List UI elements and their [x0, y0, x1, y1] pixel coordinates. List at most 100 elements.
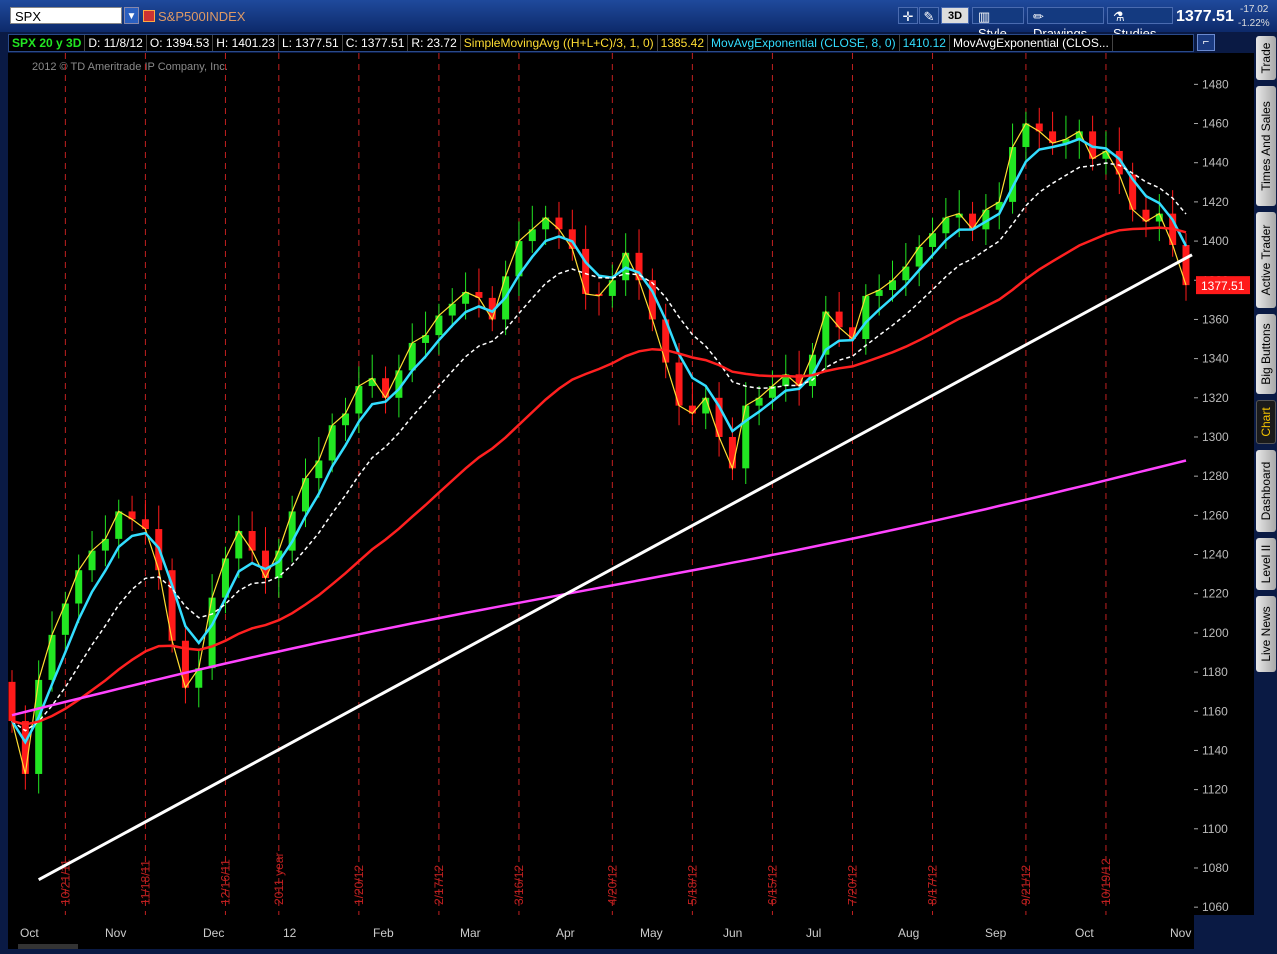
price-tick-label: 1320: [1202, 391, 1229, 405]
month-label: Apr: [556, 926, 575, 940]
symbol-input[interactable]: SPX: [10, 7, 122, 24]
beaker-icon: ⚗: [1113, 9, 1125, 24]
price-tick-label: 1460: [1202, 117, 1229, 131]
month-label: Feb: [373, 926, 394, 940]
chart-icon: ⌐: [1202, 36, 1210, 48]
price-tick-label: 1200: [1202, 626, 1229, 640]
price-tick-label: 1100: [1202, 822, 1228, 836]
trendline: [37, 253, 1193, 882]
ema2-label[interactable]: MovAvgExponential (CLOS...: [950, 35, 1113, 51]
week-label: 8/17/12: [926, 865, 940, 905]
side-tab-trade[interactable]: Trade: [1256, 36, 1276, 80]
pencil-icon: ✏: [1033, 9, 1044, 24]
side-tab-label: Dashboard: [1259, 461, 1273, 521]
chevron-down-icon: ▼: [126, 11, 137, 22]
price-tick-label: 1300: [1202, 430, 1229, 444]
price-tick-label: 1120: [1202, 783, 1228, 797]
chart-canvas[interactable]: 2012 © TD Ameritrade IP Company, Inc. 10…: [8, 53, 1194, 915]
3d-button[interactable]: 3D: [941, 7, 969, 24]
side-tab-label: Times And Sales: [1259, 101, 1273, 191]
month-label: Mar: [460, 926, 481, 940]
sma-value: 1385.42: [658, 35, 709, 51]
last-price: 1377.51: [1176, 8, 1234, 25]
time-axis-canvas: Oct Nov Dec 12 Feb Mar Apr May Jun Jul Aug Sep Oct No…: [18, 926, 1191, 949]
index-name: S&P500INDEX: [158, 9, 246, 24]
month-label: Nov: [1170, 926, 1191, 940]
top-toolbar: SPX ▼ S&P500INDEX ✛ ✎ 3D ▥ Style ✏ Drawi…: [0, 0, 1277, 41]
studies-button[interactable]: ⚗ Studies: [1107, 7, 1173, 41]
week-label: 5/18/12: [685, 865, 699, 905]
week-label: 7/20/12: [845, 865, 859, 905]
price-tag-label: 1377.51: [1201, 279, 1245, 293]
week-label: 3/16/12: [512, 865, 526, 905]
drawings-button[interactable]: ✏ Drawings: [1027, 7, 1104, 41]
crosshair-button[interactable]: ✛: [898, 7, 918, 24]
wrench-icon: ✎: [923, 9, 935, 24]
side-tab-active-trader[interactable]: Active Trader: [1256, 212, 1276, 308]
wrench-button[interactable]: ✎: [919, 7, 939, 24]
study-values-bar: SPX 20 y 3D D: 11/8/12 O: 1394.53 H: 1401.2…: [8, 34, 1194, 52]
month-label: Nov: [105, 926, 126, 940]
week-label: 9/21/12: [1019, 865, 1033, 905]
month-label: Jul: [806, 926, 821, 940]
price-tick-label: 1440: [1202, 156, 1229, 170]
side-tab-label: Chart: [1259, 407, 1273, 437]
percent-change: -1.22%: [1238, 18, 1270, 29]
side-tab-label: Trade: [1259, 42, 1273, 74]
month-label: 12: [283, 926, 297, 940]
bar-range: R: 23.72: [408, 35, 461, 51]
bar-low: L: 1377.51: [279, 35, 343, 51]
month-label: Oct: [1075, 926, 1094, 940]
price-chart[interactable]: 2012 © TD Ameritrade IP Company, Inc. 10…: [8, 53, 1194, 915]
price-tick-label: 1220: [1202, 587, 1229, 601]
month-label: Sep: [985, 926, 1007, 940]
week-label: 11/18/11: [138, 860, 152, 905]
style-icon: ▥: [978, 9, 991, 24]
week-label: 12/16/11: [218, 859, 232, 905]
sma-label[interactable]: SimpleMovingAvg ((H+L+C)/3, 1, 0): [461, 35, 658, 51]
side-tab-label: Active Trader: [1259, 224, 1273, 296]
style-button[interactable]: ▥ Style: [972, 7, 1024, 41]
side-tab-chart[interactable]: Chart: [1256, 400, 1276, 444]
bar-high: H: 1401.23: [213, 35, 279, 51]
week-label: 4/20/12: [605, 865, 619, 905]
price-tick-label: 1140: [1202, 743, 1228, 757]
price-tick-label: 1260: [1202, 508, 1229, 522]
side-tab-label: Level II: [1259, 544, 1273, 584]
ema1-value: 1410.12: [900, 35, 950, 51]
price-tick-label: 1400: [1202, 234, 1229, 248]
side-tab-dashboard[interactable]: Dashboard: [1256, 450, 1276, 532]
week-label: 2/17/12: [432, 865, 446, 905]
link-icon[interactable]: [143, 10, 155, 22]
side-tab-level-ii[interactable]: Level II: [1256, 538, 1276, 590]
side-tabs: Trade Times And Sales Active Trader Big But…: [1256, 36, 1276, 696]
price-tick-label: 1360: [1202, 312, 1229, 326]
bar-date: D: 11/8/12: [85, 35, 147, 51]
ema1-label[interactable]: MovAvgExponential (CLOSE, 8, 0): [708, 35, 900, 51]
price-tick-label: 1280: [1202, 469, 1229, 483]
week-label: 6/15/12: [765, 865, 779, 905]
week-label: 2011 year: [272, 853, 286, 905]
chart-header: SPX 20 y 3D: [9, 35, 86, 51]
month-label: May: [640, 926, 663, 940]
month-label: Jun: [723, 926, 742, 940]
side-tab-label: Big Buttons: [1259, 323, 1273, 385]
week-label: 1/20/12: [352, 865, 366, 905]
price-axis[interactable]: 1060 1080 1100 1120 1140 1160 1180 1200 1220 1240…: [1194, 53, 1254, 915]
study-toggle-button[interactable]: ⌐: [1197, 34, 1215, 51]
symbol-dropdown-button[interactable]: ▼: [124, 7, 139, 24]
side-tab-live-news[interactable]: Live News: [1256, 596, 1276, 672]
month-label: Aug: [898, 926, 919, 940]
price-tick-label: 1240: [1202, 548, 1229, 562]
price-tick-label: 1060: [1202, 900, 1229, 914]
crosshair-icon: ✛: [902, 9, 914, 24]
bar-open: O: 1394.53: [147, 35, 214, 51]
scroll-thumb: [18, 944, 78, 949]
month-label: Oct: [20, 926, 39, 940]
time-axis[interactable]: Oct Nov Dec 12 Feb Mar Apr May Jun Jul Aug Sep Oct No…: [8, 915, 1194, 949]
side-tab-times-and-sales[interactable]: Times And Sales: [1256, 86, 1276, 206]
price-tick-label: 1420: [1202, 195, 1229, 209]
month-label: Dec: [203, 926, 224, 940]
bar-close: C: 1377.51: [343, 35, 409, 51]
side-tab-big-buttons[interactable]: Big Buttons: [1256, 314, 1276, 394]
